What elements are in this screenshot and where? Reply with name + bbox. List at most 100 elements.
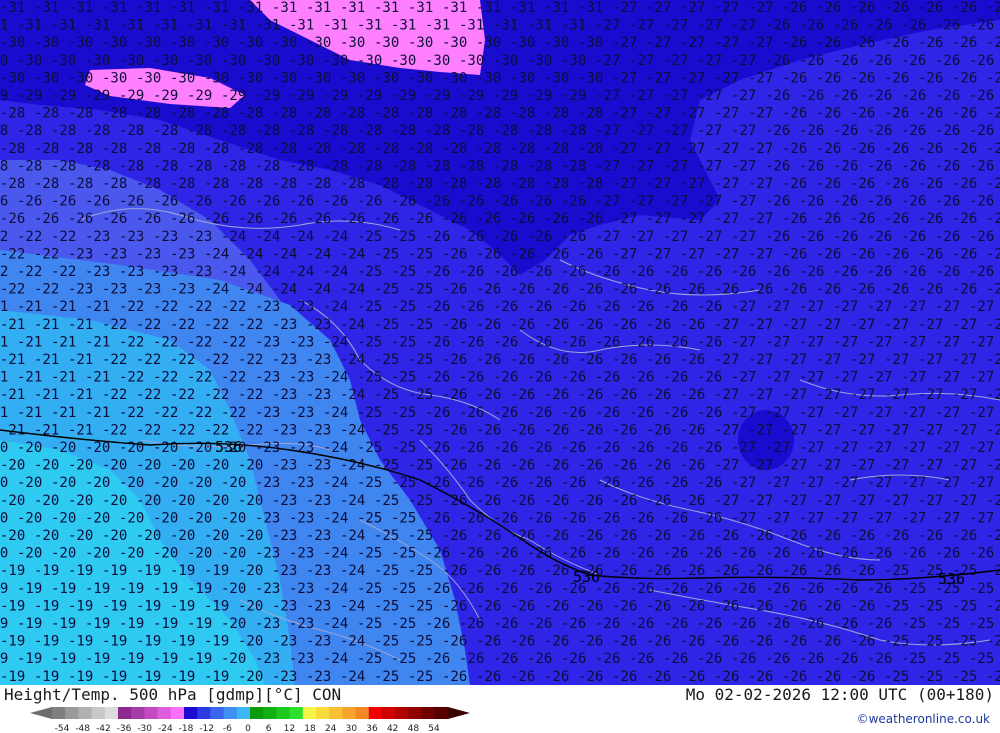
isotherm-label: -22	[221, 299, 246, 315]
isotherm-label: -22	[0, 264, 8, 280]
isotherm-label: -26	[816, 282, 841, 298]
isotherm-label: -27	[799, 334, 824, 350]
isotherm-label: -27	[901, 299, 926, 315]
isotherm-label: -20	[136, 493, 161, 509]
isotherm-label: -27	[748, 141, 773, 157]
isotherm-label: -30	[187, 53, 212, 69]
isotherm-label: -26	[799, 123, 824, 139]
isotherm-label: -28	[272, 176, 297, 192]
isotherm-label: -27	[935, 510, 960, 526]
isotherm-label: -28	[476, 176, 501, 192]
isotherm-label: -28	[136, 141, 161, 157]
isotherm-label: -22	[187, 405, 212, 421]
isotherm-label: -26	[850, 106, 875, 122]
isotherm-label: -28	[374, 106, 399, 122]
isotherm-label: -26	[561, 475, 586, 491]
isotherm-label: -26	[527, 510, 552, 526]
isotherm-label: -26	[629, 370, 654, 386]
isotherm-label: -27	[748, 387, 773, 403]
isotherm-label: -26	[459, 194, 484, 210]
isotherm-label: -28	[153, 158, 178, 174]
isotherm-label: -26	[0, 194, 8, 210]
isotherm-label: -25	[969, 616, 994, 632]
isotherm-label: -26	[850, 598, 875, 614]
isotherm-label: -19	[153, 581, 178, 597]
isotherm-label: -25	[408, 528, 433, 544]
isotherm-label: -24	[323, 475, 348, 491]
isotherm-label: -28	[187, 123, 212, 139]
isotherm-label: -26	[578, 493, 603, 509]
credit-link[interactable]: ©weatheronline.co.uk	[857, 712, 990, 726]
isotherm-label: -27	[799, 440, 824, 456]
isotherm-label: -27	[969, 510, 994, 526]
isotherm-label: -28	[34, 141, 59, 157]
isotherm-label: -29	[289, 88, 314, 104]
isotherm-label: -26	[612, 387, 637, 403]
isotherm-label: -26	[816, 0, 841, 16]
isotherm-label: -26	[255, 194, 280, 210]
isotherm-label: -27	[731, 510, 756, 526]
isotherm-label: -30	[68, 35, 93, 51]
isotherm-label: -26	[68, 211, 93, 227]
isotherm-label: -20	[0, 458, 25, 474]
isotherm-label: -31	[153, 18, 178, 34]
isotherm-label: -20	[221, 616, 246, 632]
isotherm-label: -26	[544, 317, 569, 333]
isotherm-label: -26	[969, 88, 994, 104]
isotherm-label: -31	[391, 18, 416, 34]
isotherm-label: -20	[170, 493, 195, 509]
isotherm-label: -19	[51, 581, 76, 597]
isotherm-label: -27	[595, 158, 620, 174]
weather-map: -31 -31 -31 -31 -31 -31 -31 -31 -31 -31 -31 -31 -31-…	[0, 0, 1000, 685]
isotherm-label: -23	[306, 387, 331, 403]
isotherm-label: -26	[476, 352, 501, 368]
isotherm-label: -27	[748, 176, 773, 192]
isotherm-label: -25	[408, 634, 433, 650]
isotherm-label: -26	[816, 634, 841, 650]
isotherm-label: -26	[918, 141, 943, 157]
isotherm-label: -28	[578, 176, 603, 192]
isotherm-label: -27	[697, 158, 722, 174]
isotherm-label: -24	[306, 282, 331, 298]
isotherm-label: -26	[714, 634, 739, 650]
isotherm-label: -23	[119, 229, 144, 245]
isotherm-label: -22	[170, 317, 195, 333]
isotherm-label: -29	[0, 88, 8, 104]
isotherm-label: -30	[408, 70, 433, 86]
isotherm-label: -27	[901, 440, 926, 456]
isotherm-label: -26	[510, 246, 535, 262]
isotherm-label: -25	[357, 510, 382, 526]
isotherm-label: -26	[884, 282, 909, 298]
isotherm-label: -22	[51, 264, 76, 280]
isotherm-label: -28	[85, 158, 110, 174]
isotherm-label: -26	[782, 528, 807, 544]
isotherm-label: -26	[561, 229, 586, 245]
isotherm-label: -20	[221, 651, 246, 667]
isotherm-label: -26	[867, 88, 892, 104]
isotherm-label: -23	[289, 546, 314, 562]
isotherm-label: -25	[357, 370, 382, 386]
isotherm-label: -22	[170, 387, 195, 403]
isotherm-label: -26	[561, 334, 586, 350]
isotherm-label: -24	[323, 299, 348, 315]
isotherm-label: -19	[68, 563, 93, 579]
isotherm-label: -24	[289, 229, 314, 245]
isotherm-label: -27	[918, 493, 943, 509]
isotherm-label: -29	[85, 88, 110, 104]
isotherm-label: -19	[0, 651, 8, 667]
legend-swatch	[368, 707, 383, 719]
isotherm-label: -26	[986, 282, 1000, 298]
isotherm-label: -22	[238, 352, 263, 368]
isotherm-label: -31	[408, 0, 433, 16]
isotherm-label: -27	[731, 475, 756, 491]
isotherm-label: -27	[986, 352, 1000, 368]
isotherm-label: -26	[493, 370, 518, 386]
isotherm-label: -28	[493, 158, 518, 174]
isotherm-label: -27	[867, 440, 892, 456]
isotherm-label: -30	[204, 70, 229, 86]
isotherm-label: -26	[850, 141, 875, 157]
isotherm-label: -27	[612, 0, 637, 16]
isotherm-label: -23	[306, 493, 331, 509]
isotherm-label: -26	[782, 563, 807, 579]
isotherm-label: -23	[136, 282, 161, 298]
